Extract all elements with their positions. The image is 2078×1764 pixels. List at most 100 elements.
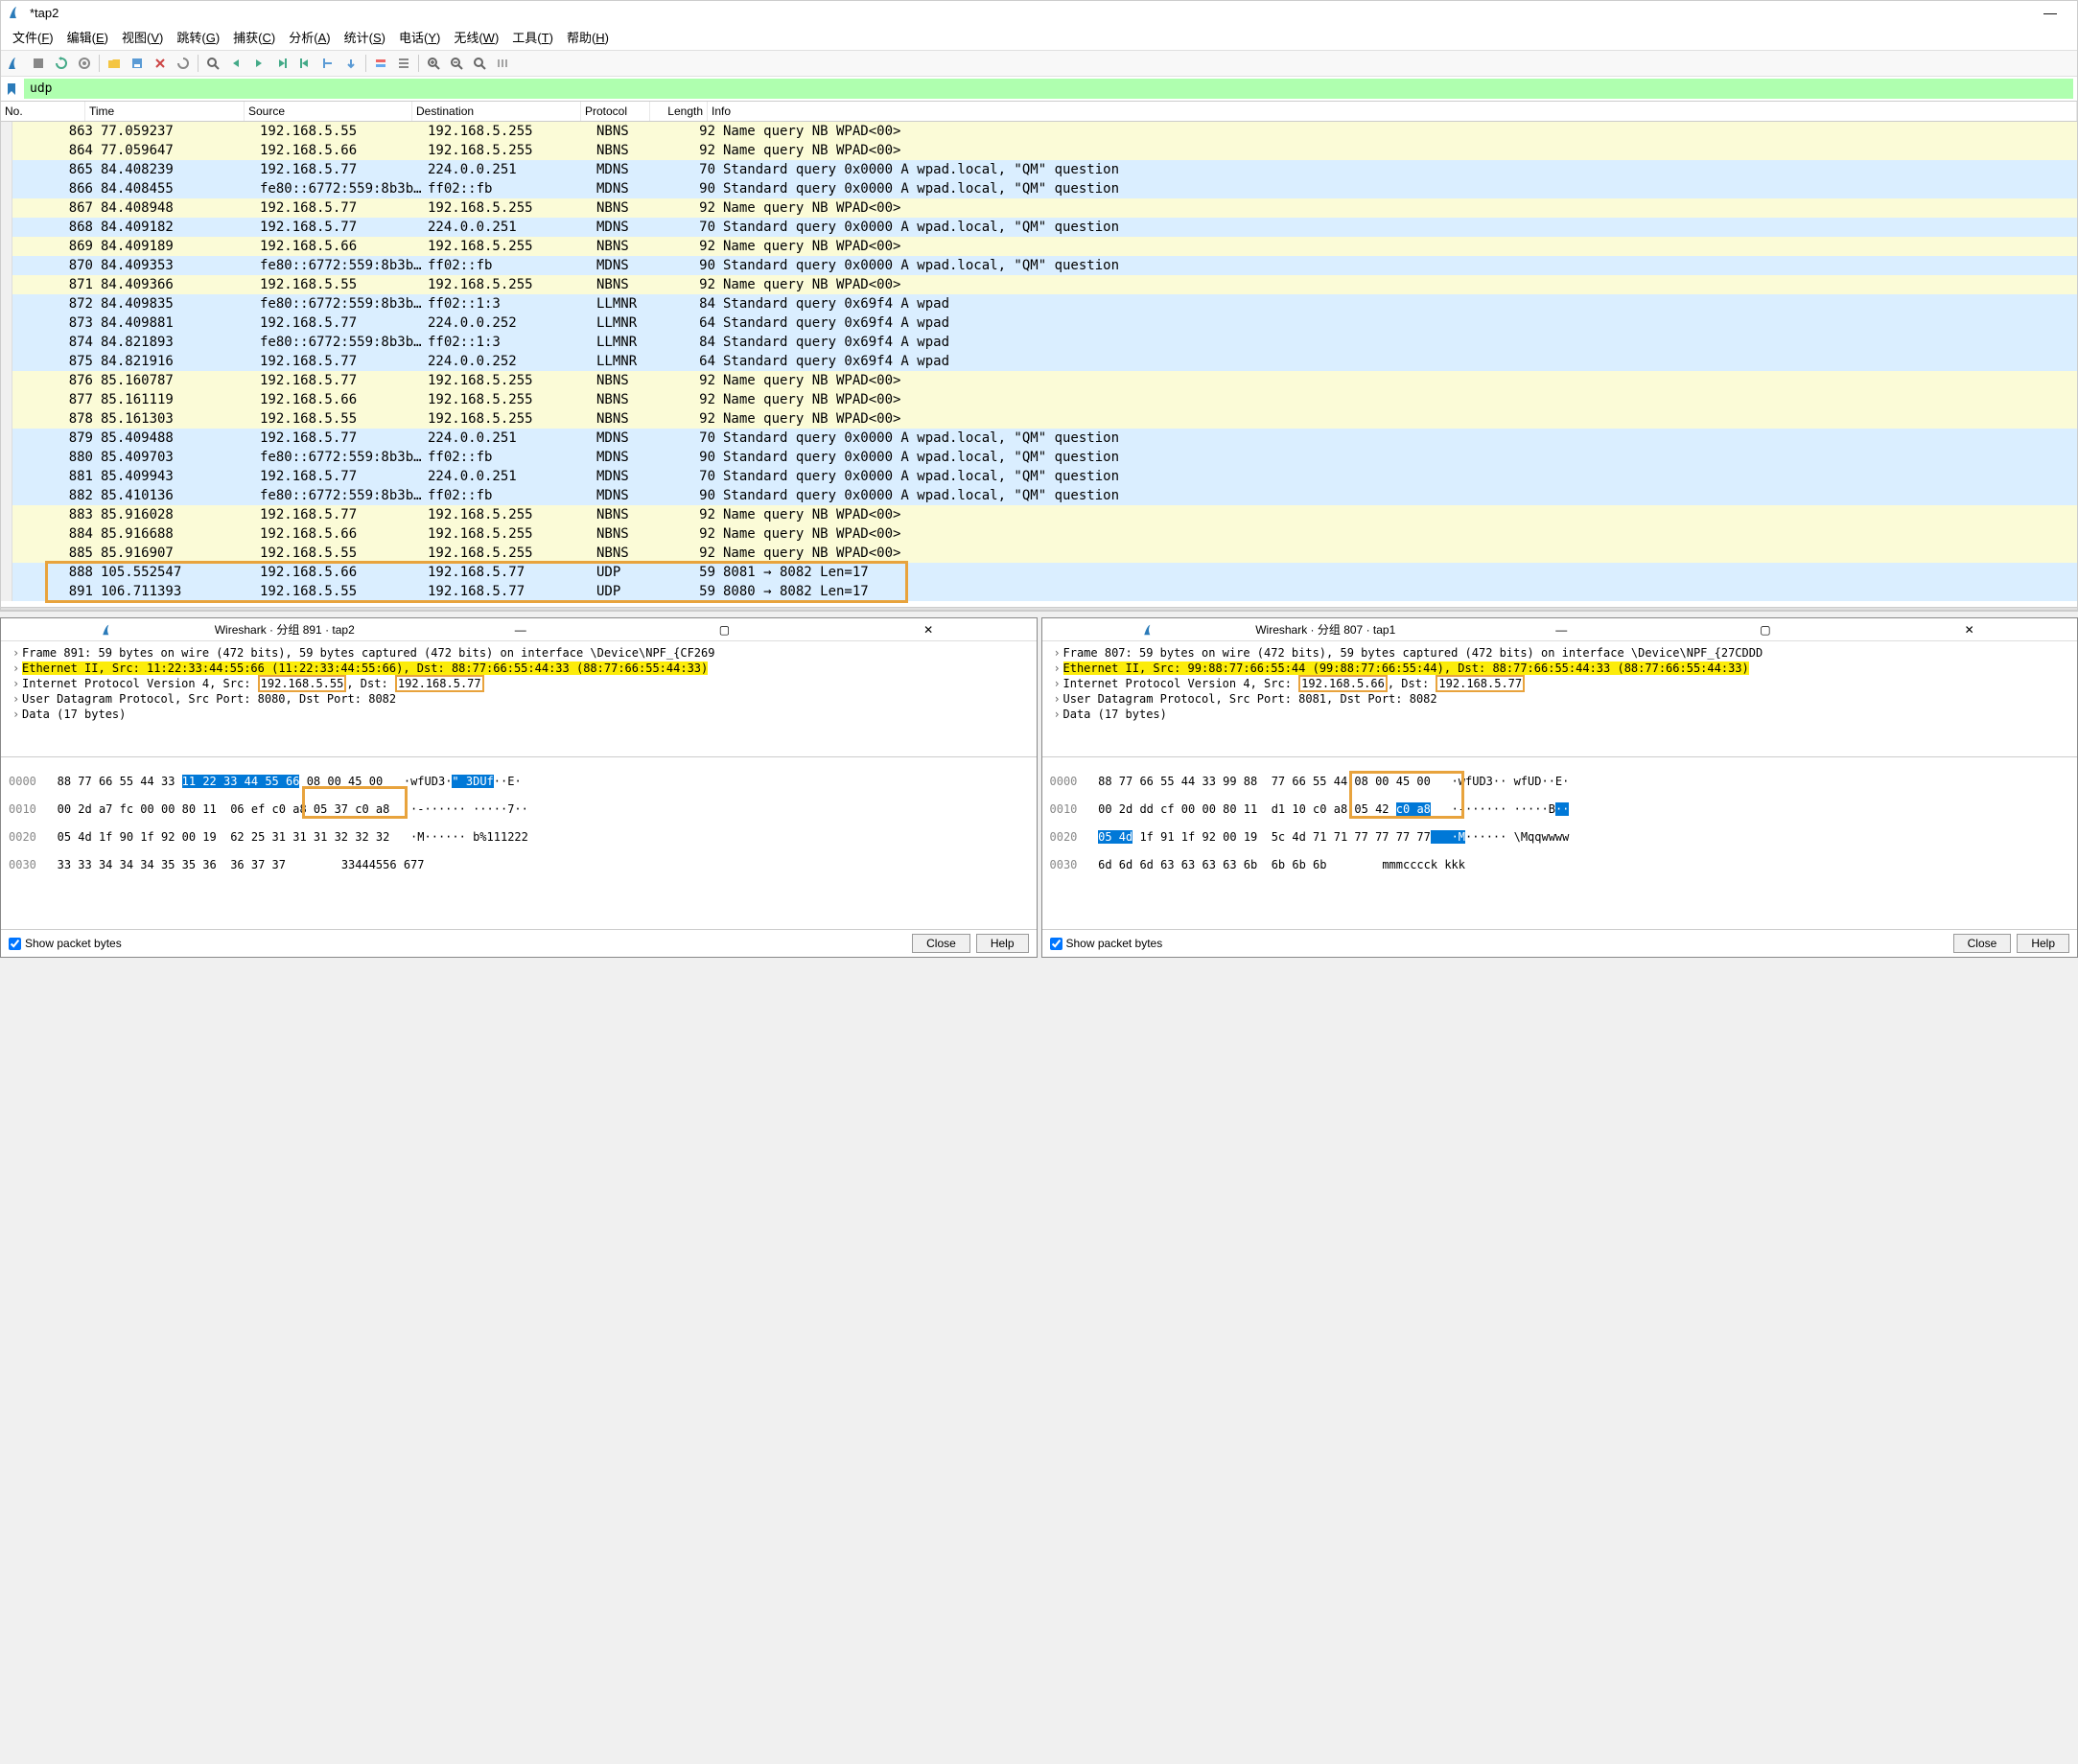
hex-view[interactable]: 0000 88 77 66 55 44 33 11 22 33 44 55 66… (1, 756, 1037, 929)
packet-row[interactable]: 87584.821916192.168.5.77224.0.0.252LLMNR… (1, 352, 2077, 371)
go-to-packet-icon[interactable] (271, 53, 292, 74)
column-no[interactable]: No. (1, 102, 85, 121)
menu-y[interactable]: 电话(Y) (393, 26, 446, 48)
menu-h[interactable]: 帮助(H) (561, 26, 615, 48)
packet-tree[interactable]: ›Frame 807: 59 bytes on wire (472 bits),… (1042, 641, 2078, 756)
column-time[interactable]: Time (85, 102, 245, 121)
menu-c[interactable]: 捕获(C) (227, 26, 281, 48)
close-button[interactable]: ✕ (827, 623, 1031, 637)
zoom-out-icon[interactable] (446, 53, 467, 74)
close-button[interactable]: ✕ (1867, 623, 2071, 637)
filter-bookmark-icon[interactable] (5, 81, 20, 97)
menu-e[interactable]: 编辑(E) (61, 26, 114, 48)
toolbar (1, 51, 2077, 77)
resize-columns-icon[interactable] (492, 53, 513, 74)
packet-row[interactable]: 87685.160787192.168.5.77192.168.5.255NBN… (1, 371, 2077, 390)
column-protocol[interactable]: Protocol (581, 102, 650, 121)
packet-row[interactable]: 88185.409943192.168.5.77224.0.0.251MDNS7… (1, 467, 2077, 486)
stop-capture-icon[interactable] (28, 53, 49, 74)
packet-row[interactable]: 86884.409182192.168.5.77224.0.0.251MDNS7… (1, 218, 2077, 237)
packet-row[interactable]: 87484.821893fe80::6772:559:8b3b…ff02::1:… (1, 333, 2077, 352)
close-file-icon[interactable] (150, 53, 171, 74)
wireshark-fin-icon[interactable] (5, 53, 26, 74)
packet-row[interactable]: 88285.410136fe80::6772:559:8b3b…ff02::fb… (1, 486, 2077, 505)
menu-v[interactable]: 视图(V) (116, 26, 169, 48)
packet-row[interactable]: 87885.161303192.168.5.55192.168.5.255NBN… (1, 409, 2077, 429)
packet-row[interactable]: 86784.408948192.168.5.77192.168.5.255NBN… (1, 198, 2077, 218)
reload-icon[interactable] (173, 53, 194, 74)
tree-ip[interactable]: Internet Protocol Version 4, Src: 192.16… (22, 675, 484, 692)
column-info[interactable]: Info (708, 102, 2077, 121)
packet-tree[interactable]: ›Frame 891: 59 bytes on wire (472 bits),… (1, 641, 1037, 756)
colorize-rules-icon[interactable] (393, 53, 414, 74)
menu-t[interactable]: 工具(T) (506, 26, 559, 48)
packet-row[interactable]: 888105.552547192.168.5.66192.168.5.77UDP… (1, 563, 2077, 582)
packet-row[interactable]: 87284.409835fe80::6772:559:8b3b…ff02::1:… (1, 294, 2077, 313)
column-destination[interactable]: Destination (412, 102, 581, 121)
packet-row[interactable]: 88485.916688192.168.5.66192.168.5.255NBN… (1, 524, 2077, 544)
zoom-reset-icon[interactable] (469, 53, 490, 74)
window-title: *tap2 (30, 6, 2031, 20)
tree-udp[interactable]: User Datagram Protocol, Src Port: 8081, … (1063, 692, 1437, 706)
show-packet-bytes-checkbox[interactable]: Show packet bytes (1050, 937, 1948, 950)
packet-row[interactable]: 86584.408239192.168.5.77224.0.0.251MDNS7… (1, 160, 2077, 179)
packet-row[interactable]: 86684.408455fe80::6772:559:8b3b…ff02::fb… (1, 179, 2077, 198)
menu-g[interactable]: 跳转(G) (171, 26, 225, 48)
packet-row[interactable]: 88085.409703fe80::6772:559:8b3b…ff02::fb… (1, 448, 2077, 467)
packet-row[interactable]: 87184.409366192.168.5.55192.168.5.255NBN… (1, 275, 2077, 294)
minimize-button[interactable]: — (2031, 5, 2069, 20)
maximize-button[interactable]: ▢ (1664, 623, 1868, 637)
go-first-icon[interactable] (294, 53, 315, 74)
packet-row[interactable]: 87384.409881192.168.5.77224.0.0.252LLMNR… (1, 313, 2077, 333)
packet-row[interactable]: 86477.059647192.168.5.66192.168.5.255NBN… (1, 141, 2077, 160)
packet-row[interactable]: 88385.916028192.168.5.77192.168.5.255NBN… (1, 505, 2077, 524)
tree-data[interactable]: Data (17 bytes) (22, 708, 126, 721)
restart-capture-icon[interactable] (51, 53, 72, 74)
packet-detail-window-left: Wireshark · 分组 891 · tap2 — ▢ ✕ ›Frame 8… (0, 617, 1038, 958)
menu-w[interactable]: 无线(W) (448, 26, 504, 48)
column-source[interactable]: Source (245, 102, 412, 121)
help-button[interactable]: Help (2017, 934, 2069, 953)
find-packet-icon[interactable] (202, 53, 223, 74)
packet-row[interactable]: 891106.711393192.168.5.55192.168.5.77UDP… (1, 582, 2077, 601)
hex-view[interactable]: 0000 88 77 66 55 44 33 99 88 77 66 55 44… (1042, 756, 2078, 929)
splitter[interactable] (1, 607, 2077, 611)
close-button[interactable]: Close (912, 934, 970, 953)
close-button[interactable]: Close (1953, 934, 2012, 953)
colorize-icon[interactable] (370, 53, 391, 74)
open-file-icon[interactable] (104, 53, 125, 74)
display-filter-input[interactable] (24, 79, 2073, 99)
tree-frame[interactable]: Frame 807: 59 bytes on wire (472 bits), … (1063, 646, 1763, 660)
packet-rows[interactable]: 86377.059237192.168.5.55192.168.5.255NBN… (1, 122, 2077, 607)
packet-row[interactable]: 86377.059237192.168.5.55192.168.5.255NBN… (1, 122, 2077, 141)
tree-data[interactable]: Data (17 bytes) (1063, 708, 1167, 721)
minimize-button[interactable]: — (418, 623, 622, 637)
tree-ip[interactable]: Internet Protocol Version 4, Src: 192.16… (1063, 675, 1526, 692)
packet-row[interactable]: 87785.161119192.168.5.66192.168.5.255NBN… (1, 390, 2077, 409)
packet-row[interactable]: 87985.409488192.168.5.77224.0.0.251MDNS7… (1, 429, 2077, 448)
tree-ethernet[interactable]: Ethernet II, Src: 11:22:33:44:55:66 (11:… (22, 662, 708, 675)
auto-scroll-icon[interactable] (340, 53, 362, 74)
menu-s[interactable]: 统计(S) (339, 26, 391, 48)
menu-f[interactable]: 文件(F) (7, 26, 59, 48)
packet-row[interactable]: 87084.409353fe80::6772:559:8b3b…ff02::fb… (1, 256, 2077, 275)
show-packet-bytes-checkbox[interactable]: Show packet bytes (9, 937, 906, 950)
packet-row[interactable]: 86984.409189192.168.5.66192.168.5.255NBN… (1, 237, 2077, 256)
packet-detail-window-right: Wireshark · 分组 807 · tap1 — ▢ ✕ ›Frame 8… (1041, 617, 2078, 958)
go-last-icon[interactable] (317, 53, 339, 74)
tree-udp[interactable]: User Datagram Protocol, Src Port: 8080, … (22, 692, 396, 706)
maximize-button[interactable]: ▢ (622, 623, 827, 637)
save-file-icon[interactable] (127, 53, 148, 74)
go-forward-icon[interactable] (248, 53, 269, 74)
tree-frame[interactable]: Frame 891: 59 bytes on wire (472 bits), … (22, 646, 714, 660)
minimize-button[interactable]: — (1459, 623, 1664, 637)
menu-a[interactable]: 分析(A) (283, 26, 336, 48)
tree-ethernet[interactable]: Ethernet II, Src: 99:88:77:66:55:44 (99:… (1063, 662, 1749, 675)
packet-row[interactable]: 88585.916907192.168.5.55192.168.5.255NBN… (1, 544, 2077, 563)
help-button[interactable]: Help (976, 934, 1029, 953)
go-back-icon[interactable] (225, 53, 246, 74)
column-length[interactable]: Length (650, 102, 708, 121)
capture-options-icon[interactable] (74, 53, 95, 74)
zoom-in-icon[interactable] (423, 53, 444, 74)
packet-list-header: No. Time Source Destination Protocol Len… (1, 102, 2077, 122)
